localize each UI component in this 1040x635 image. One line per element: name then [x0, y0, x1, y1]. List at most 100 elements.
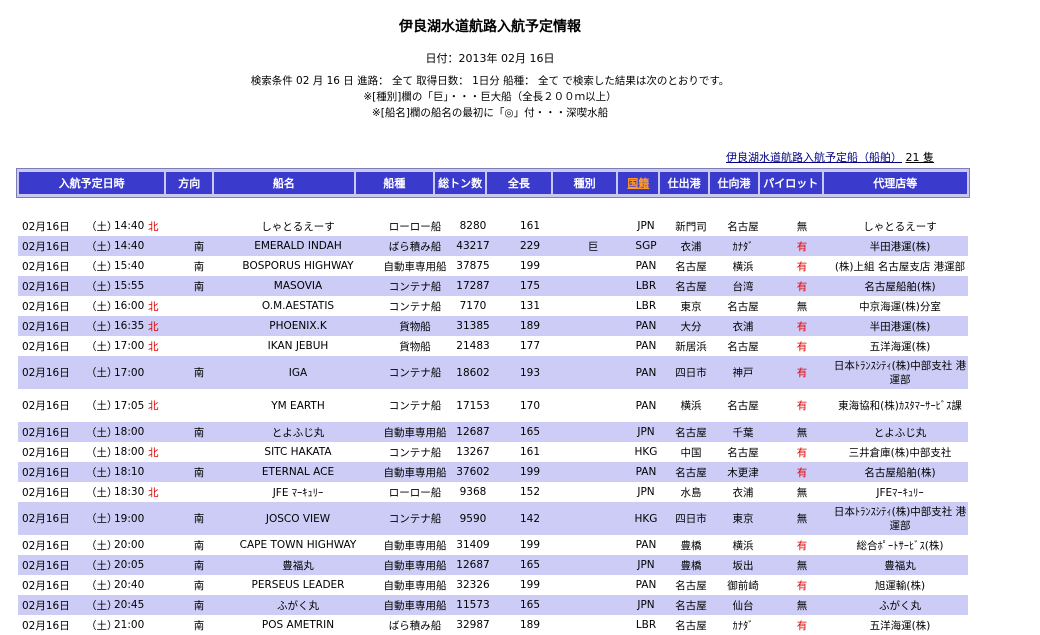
arrival-time: 17:00 [114, 366, 145, 379]
cell-name: JFE ﾏｰｷｭﾘｰ [272, 486, 324, 499]
cell-agent: しゃとるえーす [863, 220, 937, 233]
arrival-time: 15:55 [114, 280, 145, 292]
arrival-date: 02月16日 [22, 539, 70, 552]
cell-from: 新門司 [675, 220, 707, 233]
cell-pilot: 有 [796, 466, 808, 479]
cell-flag: PAN [635, 466, 657, 478]
cell-pilot: 有 [796, 320, 808, 333]
cell-flag: LBR [635, 280, 657, 292]
arrival-time: 16:35 [114, 320, 145, 332]
cell-gt: 13267 [456, 446, 490, 458]
cell-type: ばら積み船 [388, 240, 442, 253]
cell-type: ばら積み船 [388, 619, 442, 632]
cell-flag: JPN [637, 426, 655, 438]
col-destination-port: 仕向港 [710, 172, 758, 194]
arrival-weekday: （土） [86, 400, 118, 412]
cell-type: ローロー船 [388, 486, 442, 499]
arrival-date: 02月16日 [22, 300, 70, 313]
arrival-date: 02月16日 [22, 513, 70, 525]
cell-name: ふがく丸 [277, 599, 319, 612]
arrival-time: 20:40 [114, 579, 145, 591]
cell-type: 貨物船 [399, 340, 431, 353]
cell-gt: 21483 [456, 340, 490, 352]
cell-name: POS AMETRIN [261, 619, 335, 631]
cell-len: 199 [519, 579, 541, 591]
arrival-date: 02月16日 [22, 400, 70, 412]
cell-pilot: 有 [796, 539, 808, 552]
cell-to: ｶﾅﾀﾞ [732, 619, 754, 632]
cell-agent: JFEﾏｰｷｭﾘｰ [876, 486, 924, 499]
cell-pilot: 無 [796, 220, 808, 233]
direction-north: 北 [148, 220, 159, 233]
arrival-time: 21:00 [114, 619, 145, 631]
cell-len: 161 [519, 446, 541, 458]
cell-gt: 9368 [459, 486, 487, 498]
table-row: 02月16日 （土） 18:00 北 SITC HAKATA コンテナ船 13267 161 H… [18, 442, 968, 462]
cell-gt: 9590 [459, 512, 487, 525]
direction: 南 [193, 599, 205, 612]
cell-flag: PAN [635, 579, 657, 591]
arrival-time: 18:00 [114, 426, 145, 438]
cell-len: 189 [519, 320, 541, 332]
direction: 南 [193, 513, 205, 525]
cell-flag: PAN [635, 340, 657, 352]
cell-type: コンテナ船 [388, 367, 442, 379]
cell-from: 中国 [680, 446, 702, 459]
schedule-table: 02月16日 （土） 14:40 北しゃとるえーす ローロー船 8280 161 JPN 新門司… [18, 216, 968, 635]
cell-to: 名古屋 [727, 220, 759, 233]
arrival-datetime: 02月16日 （土） 18:00 [18, 425, 184, 440]
arrival-datetime: 02月16日 （土） 20:45 [18, 598, 184, 613]
cell-from: 大分 [680, 320, 702, 333]
col-arrival-time: 入航予定日時 [19, 172, 165, 194]
cell-from: 水島 [680, 486, 702, 499]
arrival-time: 18:30 [114, 486, 145, 498]
cell-len: 199 [519, 466, 541, 478]
col-flag[interactable]: 国籍 [618, 172, 659, 194]
cell-type: 自動車専用船 [383, 539, 447, 552]
cell-gt: 11573 [456, 599, 490, 611]
cell-agent: 半田港運(株) [869, 240, 931, 253]
table-row: 02月16日 （土） 18:00 南 とよふじ丸 自動車専用船 12687 165 JPN 名古屋… [18, 422, 968, 442]
cell-agent: 旭運輸(株) [874, 579, 926, 592]
cell-to: 衣浦 [732, 486, 754, 499]
table-row: 02月16日 （土） 15:55 南 MASOVIA コンテナ船 17287 175 LBR 名古… [18, 276, 968, 296]
arrival-datetime: 02月16日 （土） 20:40 [18, 578, 184, 593]
cell-len: 229 [519, 240, 541, 252]
cell-len: 193 [519, 366, 541, 379]
arrival-date: 02月16日 [22, 466, 70, 479]
arrival-date: 02月16日 [22, 280, 70, 293]
cell-name: EMERALD INDAH [254, 240, 342, 252]
cell-gt: 32987 [456, 619, 490, 631]
table-row: 02月16日 （土） 20:40 南 PERSEUS LEADER 自動車専用船 32326… [18, 575, 968, 595]
cell-from: 東京 [680, 300, 702, 313]
arrival-date: 02月16日 [22, 426, 70, 439]
cell-type: 自動車専用船 [383, 260, 447, 273]
direction-north: 北 [148, 400, 159, 412]
cell-len: 165 [519, 559, 541, 571]
direction: 南 [193, 539, 205, 552]
direction: 南 [193, 260, 205, 273]
cell-gt: 18602 [456, 366, 490, 379]
cell-from: 名古屋 [675, 466, 707, 479]
cell-len: 142 [519, 512, 541, 525]
cell-type: ローロー船 [388, 220, 442, 233]
cell-agent: 名古屋船舶(株) [864, 280, 936, 293]
cell-flag: JPN [637, 486, 655, 498]
cell-name: O.M.AESTATIS [261, 300, 335, 312]
cell-from: 横浜 [680, 400, 702, 412]
note-deep-draft: ※[船名]欄の船名の最初に「◎」付・・・深喫水船 [371, 107, 609, 119]
cell-pilot: 有 [796, 280, 808, 293]
cell-name: とよふじ丸 [271, 426, 325, 439]
cell-type: 自動車専用船 [383, 579, 447, 592]
ship-list-link[interactable]: 伊良湖水道航路入航予定船（船舶） [726, 151, 902, 164]
cell-type: 自動車専用船 [383, 599, 447, 612]
condition-line: 検索条件 02 月 16 日 進路： 全て 取得日数： 1日分 船種： 全て で… [250, 75, 730, 87]
arrival-weekday: （土） [86, 426, 118, 439]
arrival-weekday: （土） [86, 579, 118, 592]
cell-type: 自動車専用船 [383, 466, 447, 479]
arrival-datetime: 02月16日 （土） 14:40 北 [18, 219, 184, 234]
cell-agent: (株)上組 名古屋支店 港運部 [834, 260, 966, 273]
cell-to: 仙台 [732, 599, 754, 612]
cell-flag: PAN [635, 260, 657, 272]
cell-gt: 31409 [456, 539, 490, 551]
